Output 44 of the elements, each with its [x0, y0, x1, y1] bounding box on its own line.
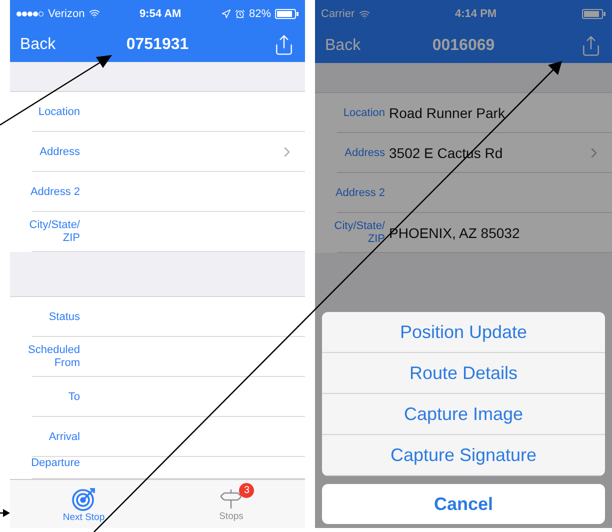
field-label: Address 2	[29, 186, 80, 198]
share-icon[interactable]	[273, 34, 295, 56]
tab-item[interactable]: Stops 3	[158, 480, 305, 528]
alarm-icon	[234, 8, 245, 19]
wifi-icon	[358, 8, 370, 20]
action-item[interactable]: Capture Image	[322, 394, 605, 435]
target-icon	[70, 486, 97, 512]
field-label: Address 2	[334, 186, 385, 200]
field-value: Road Runner Park	[389, 105, 505, 121]
battery-percent: 82%	[248, 8, 271, 20]
tab-item[interactable]: Next Stop	[10, 480, 158, 528]
battery-icon	[582, 9, 606, 19]
field-label: Departure	[30, 457, 80, 470]
nav-title: 0016069	[432, 36, 495, 54]
field-label: Status	[48, 310, 80, 324]
field-label: Arrival	[48, 430, 80, 444]
field-value: PHOENIX, AZ 85032	[389, 225, 520, 241]
field-label: Scheduled From	[27, 344, 80, 370]
arrow	[0, 509, 10, 517]
signpost-icon	[219, 486, 244, 510]
nav-title: 0751931	[126, 36, 189, 54]
carrier-name: Carrier	[321, 8, 355, 20]
status-time: 9:54 AM	[138, 8, 182, 20]
location-icon	[220, 8, 231, 19]
field-label: To	[67, 390, 80, 404]
signal-icon	[16, 10, 44, 17]
action-item[interactable]: Position Update	[322, 312, 605, 353]
field-label: City/State/ ZIP	[333, 220, 385, 246]
carrier-name: Verizon	[48, 8, 85, 20]
back-link[interactable]: Back	[325, 36, 361, 54]
field-label: Address	[38, 146, 80, 158]
field-label: Address	[344, 146, 385, 160]
count-badge: 3	[239, 483, 254, 498]
cancel-button[interactable]: Cancel	[322, 484, 605, 524]
field-label: Location	[342, 106, 385, 120]
battery-icon	[275, 8, 299, 19]
status-time: 4:14 PM	[454, 8, 498, 20]
action-item[interactable]: Route Details	[322, 353, 605, 394]
field-label: Location	[37, 106, 80, 118]
share-icon[interactable]	[580, 34, 602, 56]
field-label: City/State/ ZIP	[28, 219, 80, 245]
back-link[interactable]: Back	[20, 36, 56, 54]
action-item[interactable]: Capture Signature	[322, 435, 605, 476]
form-row[interactable]: Address	[10, 132, 305, 172]
